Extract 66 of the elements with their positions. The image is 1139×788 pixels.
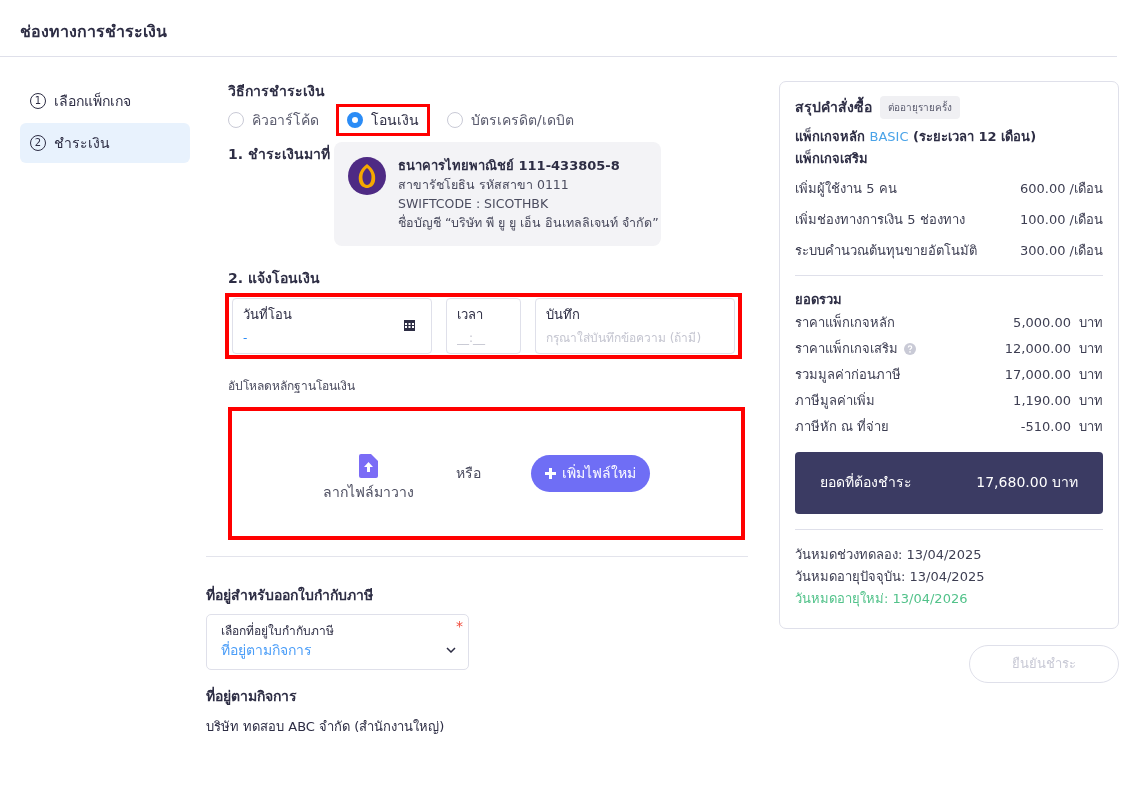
addon-price: 300.00 /เดือน	[1020, 241, 1103, 260]
currency-unit: บาท	[1079, 417, 1103, 436]
chevron-down-icon	[446, 647, 456, 653]
total-title: ยอดรวม	[795, 291, 843, 309]
input-field[interactable]: วันที่โอน -	[232, 298, 432, 354]
drop-hint: ลากไฟล์มาวาง	[323, 483, 414, 502]
addon-price: 600.00 /เดือน	[1020, 179, 1103, 198]
section-label: วิธีการชำระเงิน	[228, 82, 326, 101]
expiry-date-text: วันหมดช่วงทดลอง: 13/04/2025	[795, 545, 983, 564]
total-label: ภาษีหัก ณ ที่จ่าย	[795, 417, 890, 436]
total-amount: 12,000.00	[1004, 339, 1071, 358]
total-label: ราคาแพ็กเกจหลัก	[795, 312, 895, 332]
total-amount: -510.00	[1020, 417, 1071, 436]
amount-due-label: ยอดที่ต้องชำระ	[820, 472, 912, 492]
bank-detail: สาขารัชโยธิน รหัสสาขา 0111	[398, 176, 570, 194]
radio-option[interactable]: บัตรเครดิต/เดบิต	[436, 104, 585, 136]
total-label: รวมมูลค่าก่อนภาษี	[795, 365, 901, 385]
bank-detail: SWIFTCODE : SICOTHBK	[398, 195, 550, 213]
input-field[interactable]: บันทึก กรุณาใส่บันทึกข้อความ (ถ้ามี)	[535, 298, 735, 354]
currency-unit: บาท	[1079, 313, 1103, 332]
currency-unit: บาท	[1079, 365, 1103, 384]
upload-area[interactable]: ลากไฟล์มาวาง หรือ เพิ่มไฟล์ใหม่	[228, 407, 745, 540]
amount-due-value: 17,680.00 บาท	[976, 473, 1078, 492]
bank-logo-icon	[348, 157, 386, 195]
calendar-icon	[404, 320, 415, 331]
addon-name: เพิ่มช่องทางการเงิน 5 ช่องทาง	[795, 210, 965, 229]
address-text: บริษัท ทดสอบ ABC จำกัด (สำนักงานใหญ่)	[206, 718, 446, 736]
file-upload-icon	[359, 454, 378, 478]
section-label: 1. ชำระเงินมาที่	[228, 143, 331, 164]
addon-price: 100.00 /เดือน	[1020, 210, 1103, 229]
addon-name: เพิ่มผู้ใช้งาน 5 คน	[795, 179, 897, 199]
expiry-date-text: วันหมดอายุปัจจุบัน: 13/04/2025	[795, 567, 986, 587]
or-text: หรือ	[456, 464, 481, 483]
plus-icon	[545, 468, 556, 479]
expiry-date-text: วันหมดอายุใหม่: 13/04/2026	[795, 589, 969, 609]
total-label: ราคาแพ็กเกจเสริม	[795, 338, 898, 358]
section-title: ที่อยู่สำหรับออกใบกำกับภาษี	[206, 585, 374, 606]
upload-label: อัปโหลดหลักฐานโอนเงิน	[228, 378, 356, 395]
bank-name: ธนาคารไทยพาณิชย์ 111-433805-8	[398, 157, 621, 175]
total-amount: 1,190.00	[1013, 391, 1071, 410]
addon-name: ระบบคำนวณต้นทุนขายอัตโนมัติ	[795, 241, 977, 261]
page-title: ช่องทางการชำระเงิน	[20, 21, 168, 43]
field-input[interactable]: __:__	[457, 328, 510, 347]
currency-unit: บาท	[1079, 339, 1103, 358]
currency-unit: บาท	[1079, 391, 1103, 410]
total-amount: 5,000.00	[1013, 313, 1071, 332]
step-label: เลือกแพ็กเกจ	[54, 91, 131, 111]
radio-option[interactable]: โอนเงิน	[336, 104, 430, 136]
total-label: ภาษีมูลค่าเพิ่ม	[795, 391, 875, 411]
main-package-text: แพ็กเกจหลัก BASIC (ระยะเวลา 12 เดือน)	[795, 127, 1038, 146]
renewal-badge: ต่ออายุรายครั้ง	[880, 96, 960, 119]
summary-title: สรุปคำสั่งซื้อ	[795, 97, 872, 118]
section-title: ที่อยู่ตามกิจการ	[206, 686, 298, 707]
total-amount: 17,000.00	[1004, 365, 1071, 384]
section-label: 2. แจ้งโอนเงิน	[228, 268, 321, 288]
required-mark: *	[456, 617, 463, 636]
bank-detail: ชื่อบัญชี “บริษัท พี ยู ยู เอ็น อินเทลลิเจนท์ จำกัด”	[398, 213, 659, 232]
step-item[interactable]: 1 เลือกแพ็กเกจ	[20, 81, 190, 121]
addons-title: แพ็กเกจเสริม	[795, 148, 869, 168]
step-item[interactable]: 2 ชำระเงิน	[20, 123, 190, 163]
input-field[interactable]: เวลา __:__	[446, 298, 521, 354]
add-file-button[interactable]: เพิ่มไฟล์ใหม่	[531, 455, 650, 492]
field-input[interactable]: กรุณาใส่บันทึกข้อความ (ถ้ามี)	[546, 328, 724, 347]
step-label: ชำระเงิน	[54, 133, 110, 153]
radio-option[interactable]: คิวอาร์โค้ด	[217, 104, 330, 136]
address-select[interactable]: เลือกที่อยู่ใบกำกับภาษี ที่อยู่ตามกิจการ *	[206, 614, 469, 670]
